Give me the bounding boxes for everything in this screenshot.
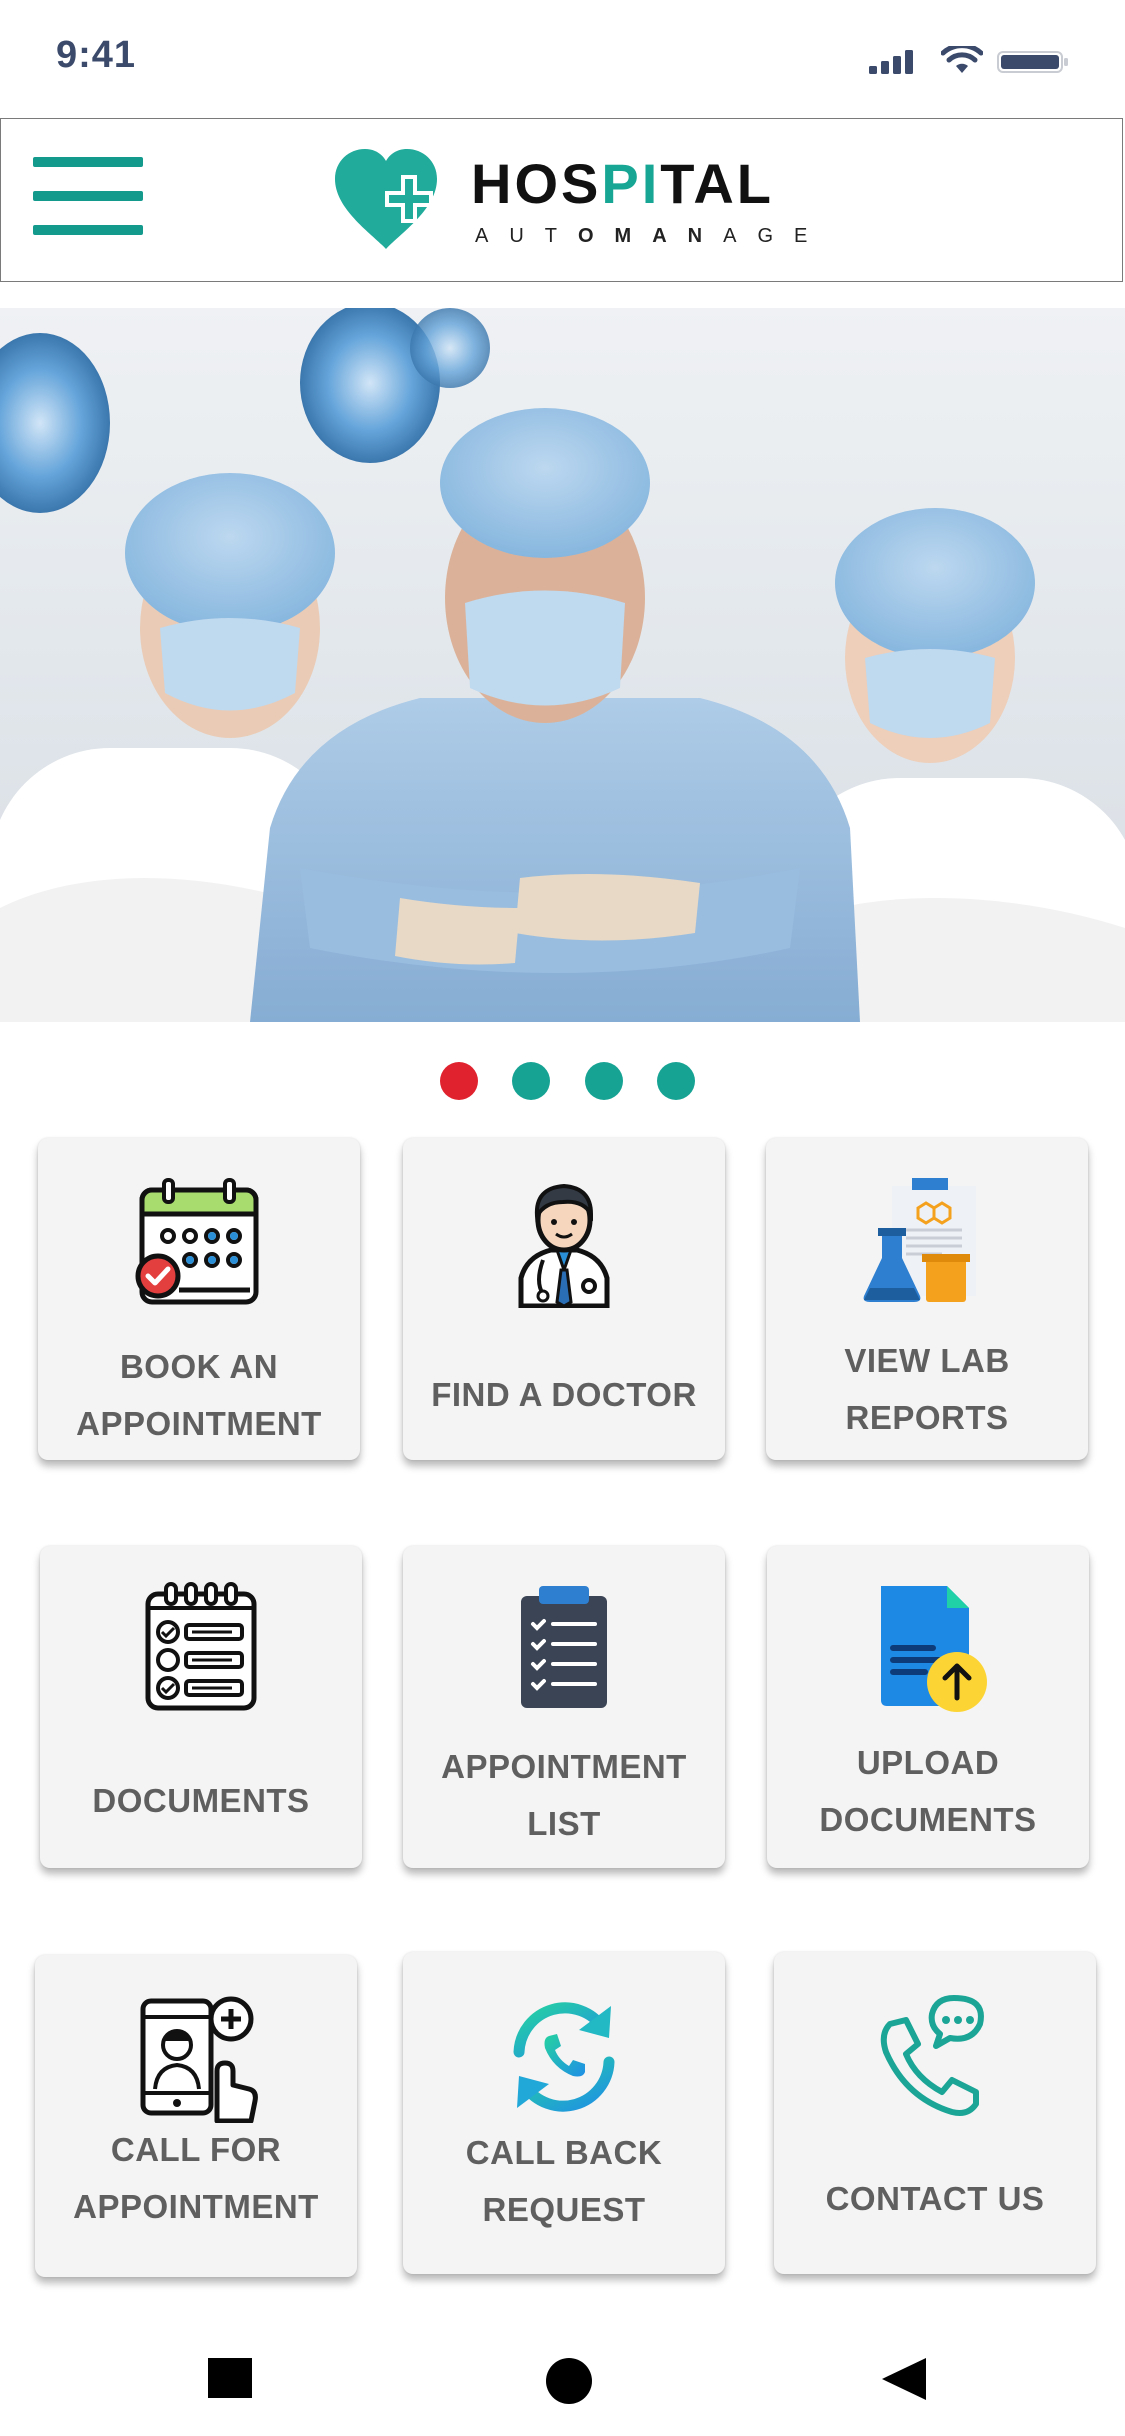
hospital-logo: HOSPITAL AUTOMANAGE [331,147,831,257]
clipboard-icon [521,1586,607,1708]
appointment-list-tile[interactable]: APPOINTMENT LIST [403,1546,725,1868]
contact-us-tile[interactable]: CONTACT US [774,1952,1096,2274]
carousel-dot-4[interactable] [657,1062,695,1100]
upload-documents-tile[interactable]: UPLOAD DOCUMENTS [767,1546,1089,1868]
find-doctor-tile[interactable]: FIND A DOCTOR [403,1138,725,1460]
book-appointment-tile[interactable]: BOOK AN APPOINTMENT [38,1138,360,1460]
call-back-request-tile[interactable]: CALL BACK REQUEST [403,1952,725,2274]
battery-icon [997,51,1068,73]
carousel-dot-1[interactable] [440,1062,478,1100]
phone-doctor-icon [140,1996,258,2123]
triangle-back-icon[interactable] [880,2356,928,2402]
doctor-icon [518,1183,610,1308]
upload-file-icon [881,1586,987,1712]
tile-label: CALL BACK REQUEST [465,2134,663,2228]
tile-label: UPLOAD DOCUMENTS [819,1744,1037,1838]
status-icons [869,44,1069,74]
logo-subtitle: AUTOMANAGE [475,225,829,247]
documents-tile[interactable]: DOCUMENTS [40,1546,362,1868]
logo-title: HOSPITAL [471,152,774,215]
status-time: 9:41 [56,34,137,76]
tile-label: DOCUMENTS [92,1782,310,1819]
carousel-dot-2[interactable] [512,1062,550,1100]
tile-label: BOOK AN APPOINTMENT [76,1348,322,1442]
calendar-icon [135,1178,259,1305]
circle-icon[interactable] [546,2358,592,2404]
tile-label: VIEW LAB REPORTS [844,1342,1010,1436]
checklist-icon [145,1582,257,1711]
heart-cross-icon [335,149,437,249]
square-icon[interactable] [208,2358,252,2398]
status-bar: 9:41 [0,0,1125,118]
callback-icon [513,2002,615,2112]
navigation-bar [0,2320,1125,2436]
tile-label: CALL FOR APPOINTMENT [73,2131,319,2225]
call-for-appointment-tile[interactable]: CALL FOR APPOINTMENT [35,1955,357,2277]
lab-flask-icon [863,1178,976,1302]
medical-team-photo [0,308,1125,1022]
tile-label: FIND A DOCTOR [431,1376,697,1413]
view-lab-reports-tile[interactable]: VIEW LAB REPORTS [766,1138,1088,1460]
tile-label: APPOINTMENT LIST [441,1748,687,1842]
wifi-icon [941,46,983,73]
carousel-image[interactable] [0,308,1125,1022]
signal-icon [869,50,913,74]
app-header: HOSPITAL AUTOMANAGE [0,118,1123,282]
carousel-dot-3[interactable] [585,1062,623,1100]
carousel-dots [0,1062,1125,1102]
tile-label: CONTACT US [825,2180,1045,2217]
hamburger-menu-icon[interactable] [33,155,145,239]
phone-chat-icon [880,1995,984,2116]
